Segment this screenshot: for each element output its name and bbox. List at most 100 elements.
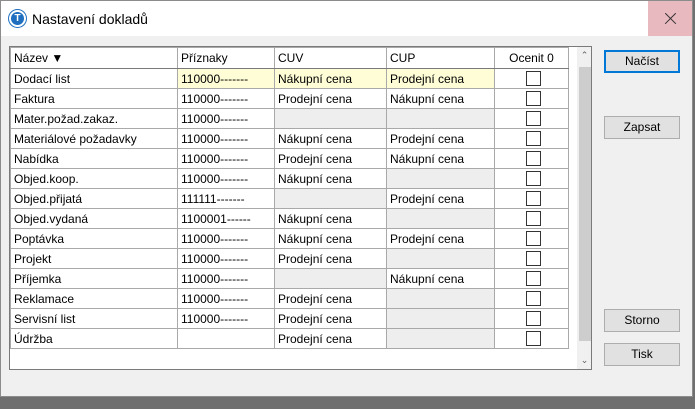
cell-cup[interactable]: Prodejní cena: [386, 188, 495, 209]
cell-cuv[interactable]: Prodejní cena: [274, 88, 387, 109]
cell-ocenit: [494, 308, 569, 329]
cell-cuv[interactable]: Nákupní cena: [274, 168, 387, 189]
print-button[interactable]: Tisk: [604, 343, 680, 366]
cell-name[interactable]: Objed.koop.: [10, 168, 178, 189]
ocenit-checkbox[interactable]: [525, 191, 541, 207]
table-row[interactable]: Dodací list 110000------- Nákupní cena Prod…: [10, 68, 569, 89]
cell-cuv[interactable]: Prodejní cena: [274, 288, 387, 309]
cell-name[interactable]: Objed.přijatá: [10, 188, 178, 209]
cell-flags[interactable]: 110000-------: [177, 288, 275, 309]
column-header-name[interactable]: Název ▼: [10, 47, 178, 69]
table-row[interactable]: Projekt 110000------- Prodejní cena: [10, 248, 569, 269]
column-header-ocenit[interactable]: Ocenit 0: [494, 47, 569, 69]
column-header-flags[interactable]: Příznaky: [177, 47, 275, 69]
cell-flags[interactable]: [177, 328, 275, 349]
cell-name[interactable]: Dodací list: [10, 68, 178, 89]
ocenit-checkbox[interactable]: [525, 171, 541, 187]
scroll-up-icon[interactable]: ⌃: [577, 47, 591, 64]
vertical-scrollbar[interactable]: ⌃ ⌄: [577, 47, 591, 369]
column-header-cup[interactable]: CUP: [386, 47, 495, 69]
ocenit-checkbox[interactable]: [525, 111, 541, 127]
cell-flags[interactable]: 111111-------: [177, 188, 275, 209]
ocenit-checkbox[interactable]: [525, 331, 541, 347]
table-row[interactable]: Příjemka 110000------- Nákupní cena: [10, 268, 569, 289]
ocenit-checkbox[interactable]: [525, 311, 541, 327]
cell-cup[interactable]: Prodejní cena: [386, 228, 495, 249]
cell-name[interactable]: Údržba: [10, 328, 178, 349]
cell-cup[interactable]: Prodejní cena: [386, 128, 495, 149]
cell-cuv[interactable]: Nákupní cena: [274, 68, 387, 89]
cell-flags[interactable]: 110000-------: [177, 308, 275, 329]
table-row[interactable]: Poptávka 110000------- Nákupní cena Prodejn…: [10, 228, 569, 249]
cell-name[interactable]: Objed.vydaná: [10, 208, 178, 229]
ocenit-checkbox[interactable]: [525, 91, 541, 107]
table-row[interactable]: Údržba Prodejní cena: [10, 328, 569, 349]
cell-flags[interactable]: 110000-------: [177, 128, 275, 149]
ocenit-checkbox[interactable]: [525, 291, 541, 307]
table-row[interactable]: Nabídka 110000------- Prodejní cena Nákupní…: [10, 148, 569, 169]
ocenit-checkbox[interactable]: [525, 71, 541, 87]
cell-cup[interactable]: [386, 308, 495, 329]
cell-cup[interactable]: [386, 288, 495, 309]
cell-cuv[interactable]: Nákupní cena: [274, 208, 387, 229]
cell-name[interactable]: Mater.požad.zakaz.: [10, 108, 178, 129]
cell-cuv[interactable]: Prodejní cena: [274, 148, 387, 169]
cell-cup[interactable]: [386, 208, 495, 229]
table-row[interactable]: Objed.koop. 110000------- Nákupní cena: [10, 168, 569, 189]
cell-cup[interactable]: Nákupní cena: [386, 268, 495, 289]
cell-cuv[interactable]: Prodejní cena: [274, 248, 387, 269]
table-row[interactable]: Materiálové požadavky 110000------- Nákupn…: [10, 128, 569, 149]
ocenit-checkbox[interactable]: [525, 211, 541, 227]
cell-name[interactable]: Faktura: [10, 88, 178, 109]
cell-name[interactable]: Projekt: [10, 248, 178, 269]
load-button[interactable]: Načíst: [604, 50, 680, 73]
scrollbar-thumb[interactable]: [579, 67, 591, 341]
table-row[interactable]: Objed.vydaná 1100001------ Nákupní cena: [10, 208, 569, 229]
ocenit-checkbox[interactable]: [525, 251, 541, 267]
table-row[interactable]: Faktura 110000------- Prodejní cena Nákupní…: [10, 88, 569, 109]
cell-ocenit: [494, 88, 569, 109]
cell-cup[interactable]: [386, 168, 495, 189]
cell-name[interactable]: Reklamace: [10, 288, 178, 309]
cell-cup[interactable]: [386, 248, 495, 269]
table-row[interactable]: Mater.požad.zakaz. 110000-------: [10, 108, 569, 129]
cell-cup[interactable]: [386, 108, 495, 129]
table-row[interactable]: Objed.přijatá 111111------- Prodejní cena: [10, 188, 569, 209]
cell-flags[interactable]: 110000-------: [177, 148, 275, 169]
cell-flags[interactable]: 110000-------: [177, 168, 275, 189]
cell-flags[interactable]: 1100001------: [177, 208, 275, 229]
cell-flags[interactable]: 110000-------: [177, 88, 275, 109]
cell-flags[interactable]: 110000-------: [177, 228, 275, 249]
cell-cup[interactable]: [386, 328, 495, 349]
cell-name[interactable]: Materiálové požadavky: [10, 128, 178, 149]
write-button[interactable]: Zapsat: [604, 116, 680, 139]
ocenit-checkbox[interactable]: [525, 151, 541, 167]
cell-flags[interactable]: 110000-------: [177, 268, 275, 289]
ocenit-checkbox[interactable]: [525, 231, 541, 247]
cell-name[interactable]: Příjemka: [10, 268, 178, 289]
cell-cuv[interactable]: Nákupní cena: [274, 128, 387, 149]
scroll-down-icon[interactable]: ⌄: [577, 352, 591, 369]
cell-flags[interactable]: 110000-------: [177, 108, 275, 129]
table-row[interactable]: Reklamace 110000------- Prodejní cena: [10, 288, 569, 309]
cell-cuv[interactable]: [274, 108, 387, 129]
cell-name[interactable]: Poptávka: [10, 228, 178, 249]
cell-cuv[interactable]: Prodejní cena: [274, 328, 387, 349]
cell-cuv[interactable]: [274, 188, 387, 209]
ocenit-checkbox[interactable]: [525, 131, 541, 147]
table-row[interactable]: Servisní list 110000------- Prodejní cena: [10, 308, 569, 329]
cell-flags[interactable]: 110000-------: [177, 68, 275, 89]
cancel-button[interactable]: Storno: [604, 309, 680, 332]
cell-name[interactable]: Nabídka: [10, 148, 178, 169]
cell-cuv[interactable]: Nákupní cena: [274, 228, 387, 249]
cell-flags[interactable]: 110000-------: [177, 248, 275, 269]
close-button[interactable]: [648, 1, 692, 36]
cell-cup[interactable]: Nákupní cena: [386, 148, 495, 169]
cell-cuv[interactable]: [274, 268, 387, 289]
column-header-cuv[interactable]: CUV: [274, 47, 387, 69]
cell-cuv[interactable]: Prodejní cena: [274, 308, 387, 329]
cell-cup[interactable]: Prodejní cena: [386, 68, 495, 89]
cell-cup[interactable]: Nákupní cena: [386, 88, 495, 109]
cell-name[interactable]: Servisní list: [10, 308, 178, 329]
ocenit-checkbox[interactable]: [525, 271, 541, 287]
